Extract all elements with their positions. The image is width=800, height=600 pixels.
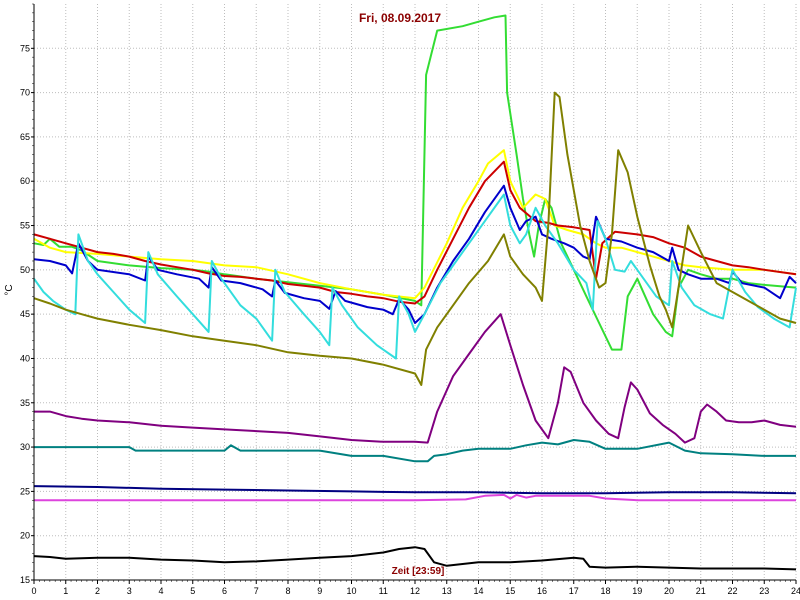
y-tick-label: 60 xyxy=(20,176,30,186)
x-tick-label: 4 xyxy=(158,586,163,596)
x-tick-labels: 0 1 2 3 4 5 6 7 8 9 10 11 12 13 14 15 16 17 18 19 20 21 22 23 24 xyxy=(31,586,800,596)
x-tick-label: 1 xyxy=(63,586,68,596)
x-tick-label: 17 xyxy=(569,586,579,596)
y-tick-label: 70 xyxy=(20,88,30,98)
x-tick-label: 5 xyxy=(190,586,195,596)
grid xyxy=(33,4,797,581)
temperature-chart: 15202530354045505560657075 0 1 2 3 4 5 6 7 8 9 10 1… xyxy=(4,3,800,596)
x-tick-label: 10 xyxy=(346,586,356,596)
series-line xyxy=(34,313,797,444)
y-tick-label: 40 xyxy=(20,353,30,363)
x-tick-label: 22 xyxy=(727,586,737,596)
x-tick-label: 12 xyxy=(410,586,420,596)
x-tick-label: 3 xyxy=(127,586,132,596)
x-axis-label: Zeit [23:59] xyxy=(392,566,445,577)
x-tick-label: 2 xyxy=(95,586,100,596)
x-tick-label: 11 xyxy=(379,586,388,596)
x-tick-label: 14 xyxy=(473,586,483,596)
x-tick-label: 18 xyxy=(600,586,610,596)
chart-title: Fri, 08.09.2017 xyxy=(359,11,441,25)
series-line xyxy=(34,493,796,502)
x-tick-label: 13 xyxy=(442,586,452,596)
y-tick-label: 25 xyxy=(20,486,30,496)
x-tick-label: 19 xyxy=(632,586,642,596)
y-tick-label: 15 xyxy=(20,575,30,585)
y-tick-label: 20 xyxy=(20,531,30,541)
y-tick-label: 75 xyxy=(20,43,30,53)
y-axis-label: °C xyxy=(4,284,15,295)
y-tick-label: 30 xyxy=(20,442,30,452)
series-line xyxy=(33,193,797,360)
x-tick-label: 7 xyxy=(254,586,259,596)
y-tick-label: 45 xyxy=(20,309,30,319)
x-tick-label: 23 xyxy=(759,586,769,596)
x-tick-label: 0 xyxy=(31,586,36,596)
y-tick-label: 50 xyxy=(20,265,30,275)
x-tick-label: 15 xyxy=(505,586,515,596)
x-tick-label: 6 xyxy=(222,586,227,596)
x-tick-label: 16 xyxy=(537,586,547,596)
y-tick-labels: 15 20 25 30 35 40 45 50 55 60 65 70 75 xyxy=(20,43,30,585)
series-line xyxy=(33,14,797,351)
y-tick-label: 35 xyxy=(20,398,30,408)
series-line xyxy=(34,439,796,463)
x-tick-label: 24 xyxy=(791,586,800,596)
y-tick-label: 65 xyxy=(20,132,30,142)
x-tick-label: 9 xyxy=(317,586,322,596)
y-tick-label: 55 xyxy=(20,221,30,231)
x-tick-label: 20 xyxy=(664,586,674,596)
x-tick-label: 8 xyxy=(285,586,290,596)
x-tick-label: 21 xyxy=(696,586,706,596)
